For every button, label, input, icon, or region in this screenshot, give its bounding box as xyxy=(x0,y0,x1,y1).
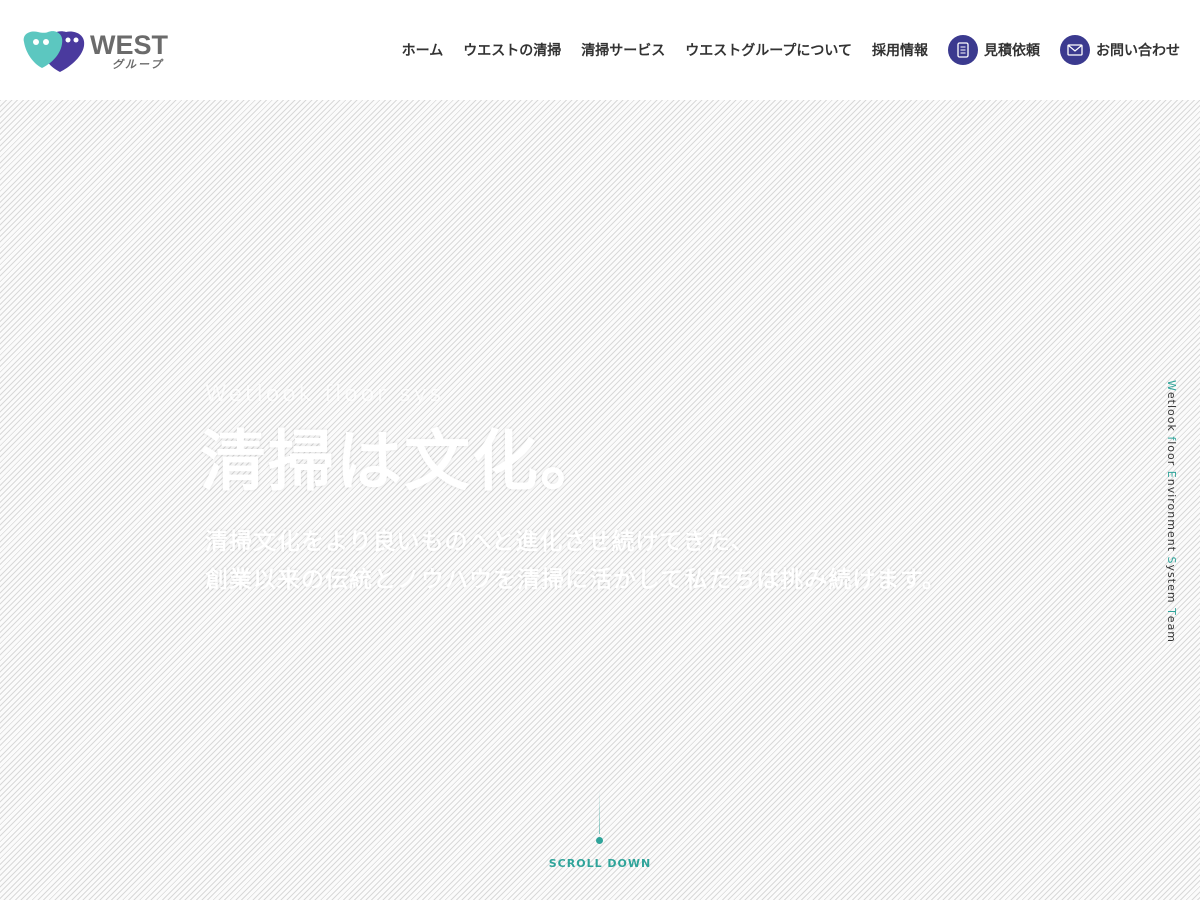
logo-subtitle: グループ xyxy=(112,58,164,71)
nav-recruit[interactable]: 採用情報 xyxy=(872,35,928,65)
west-group-logo[interactable]: WEST グループ xyxy=(20,28,180,74)
nav-west-cleaning[interactable]: ウエストの清掃 xyxy=(463,35,561,65)
scroll-indicator-dot xyxy=(596,837,603,844)
hero-lead-line-1: 清掃文化をより良いものへと進化させ続けてきた、 xyxy=(205,529,755,555)
scroll-indicator-line xyxy=(599,790,600,834)
vertical-tagline: Wetlook floor Environment System Team xyxy=(1165,380,1178,644)
nav-about-group-label: ウエストグループについて xyxy=(685,43,852,59)
hero-catchphrase: Wetlook floor sys xyxy=(205,382,445,407)
hero-section: Wetlook floor sys 清掃は文化。 清掃文化をより良いものへと進化… xyxy=(0,100,1200,900)
nav-contact[interactable]: お問い合わせ xyxy=(1060,35,1180,65)
nav-home[interactable]: ホーム xyxy=(402,35,444,65)
nav-cleaning-services[interactable]: 清掃サービス xyxy=(581,35,665,65)
nav-contact-label: お問い合わせ xyxy=(1096,43,1180,59)
nav-about-group[interactable]: ウエストグループについて xyxy=(685,35,852,65)
nav-cleaning-services-label: 清掃サービス xyxy=(581,43,666,59)
global-nav: ホーム ウエストの清掃 清掃サービス ウエストグループについて 採用情報 見積依… xyxy=(382,35,1180,65)
scroll-down-link[interactable]: SCROLL DOWN xyxy=(540,857,660,870)
hero-lead-line-2: 創業以来の伝統とノウハウを清掃に活かして私たちは挑み続けます。 xyxy=(205,567,947,593)
nav-west-cleaning-label: ウエストの清掃 xyxy=(463,43,562,59)
nav-estimate-request[interactable]: 見積依頼 xyxy=(948,35,1040,65)
nav-home-label: ホーム xyxy=(401,43,444,59)
mail-icon xyxy=(1060,35,1090,65)
hero-title: 清掃は文化。 xyxy=(200,423,608,500)
nav-estimate-request-label: 見積依頼 xyxy=(984,43,1040,59)
nav-recruit-label: 採用情報 xyxy=(872,43,928,59)
heart-logo-icon xyxy=(23,31,85,72)
site-header: WEST グループ ホーム ウエストの清掃 清掃サービス ウエストグループについ… xyxy=(0,0,1200,100)
document-icon xyxy=(948,35,978,65)
